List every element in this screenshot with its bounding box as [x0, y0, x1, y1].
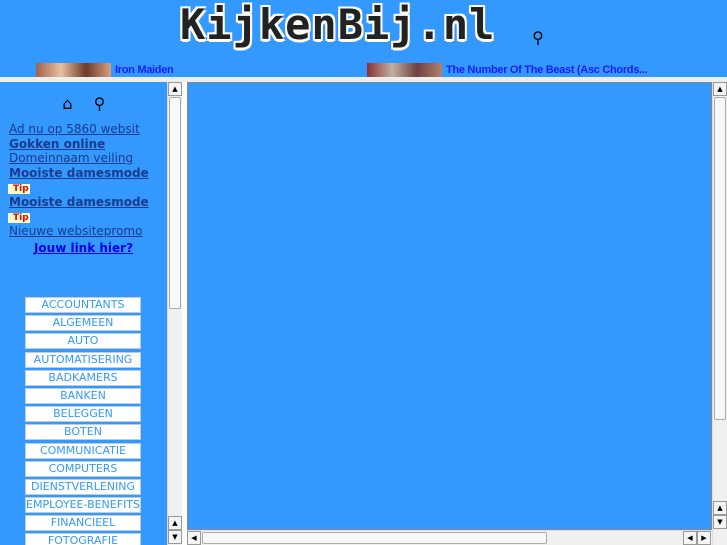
category-item[interactable]: BANKEN — [25, 387, 141, 404]
news-item[interactable]: Iron Maiden — [36, 63, 173, 77]
scroll-down-button[interactable]: ▼ — [713, 515, 727, 529]
sidebar-link[interactable]: Gokken online — [9, 137, 167, 152]
sponsored-links: Ad nu op 5860 websit Gokken online Domeinn… — [0, 116, 167, 238]
main-horizontal-scrollbar[interactable]: ◀ ◀ ▶ — [187, 530, 712, 545]
category-item[interactable]: AUTO — [25, 333, 141, 350]
scrollbar-thumb[interactable] — [202, 532, 547, 544]
category-item[interactable]: FOTOGRAFIE — [25, 533, 141, 545]
news-link[interactable]: The Number Of The Beast (Asc Chords... — [446, 64, 647, 76]
sidebar-scrollbar[interactable]: ▲ ▲ ▼ — [167, 82, 182, 545]
main-frame — [187, 82, 712, 530]
category-item[interactable]: ACCOUNTANTS — [25, 297, 141, 313]
sidebar-link[interactable]: Mooiste damesmode Tip — [5, 195, 167, 224]
search-icon[interactable]: ⚲ — [87, 90, 113, 116]
category-item[interactable]: FINANCIEEL — [25, 515, 141, 532]
tip-badge: Tip — [8, 184, 30, 194]
sidebar-link-label: Domeinnaam veiling — [9, 151, 134, 165]
category-item[interactable]: DIENSTVERLENING — [25, 478, 141, 495]
scroll-left-button[interactable]: ◀ — [187, 531, 201, 545]
sidebar-frame: ⌂ ⚲ Ad nu op 5860 websit Gokken online Dom… — [0, 82, 182, 545]
main-vertical-scrollbar[interactable]: ▲ ▲ ▼ — [712, 82, 727, 545]
category-item[interactable]: ALGEMEEN — [25, 315, 141, 332]
category-item[interactable]: AUTOMATISERING — [25, 351, 141, 368]
sidebar-link[interactable]: Ad nu op 5860 websit — [9, 122, 167, 137]
scroll-up-button[interactable]: ▲ — [168, 82, 182, 96]
home-icon[interactable]: ⌂ — [55, 90, 81, 116]
scroll-right-button[interactable]: ▶ — [697, 531, 711, 545]
scroll-up-button[interactable]: ▲ — [713, 82, 727, 96]
news-item[interactable]: The Number Of The Beast (Asc Chords... — [367, 63, 647, 77]
header: KijkenBij.nl ⚲ Iron Maiden The Number Of… — [0, 0, 727, 77]
category-item[interactable]: BADKAMERS — [25, 369, 141, 386]
scrollbar-thumb[interactable] — [714, 97, 726, 420]
scroll-up-button[interactable]: ▲ — [168, 516, 182, 530]
scroll-left-button[interactable]: ◀ — [683, 531, 697, 545]
search-icon[interactable]: ⚲ — [528, 28, 548, 54]
news-thumbnail[interactable] — [36, 63, 111, 77]
sidebar-link[interactable]: Nieuwe websitepromo — [9, 224, 167, 239]
category-item[interactable]: BELEGGEN — [25, 406, 141, 423]
sidebar-link-label: Nieuwe websitepromo — [9, 223, 143, 238]
site-logo[interactable]: KijkenBij.nl — [180, 0, 495, 49]
scrollbar-thumb[interactable] — [169, 97, 181, 309]
sidebar-link[interactable]: Mooiste damesmode Tip — [5, 166, 167, 195]
scroll-up-button[interactable]: ▲ — [713, 501, 727, 515]
category-item[interactable]: COMMUNICATIE — [25, 442, 141, 459]
category-item[interactable]: EMPLOYEE-BENEFITS — [25, 497, 141, 514]
tip-badge: Tip — [8, 213, 30, 223]
sidebar-link-label: Gokken online — [9, 136, 106, 151]
sidebar-link-label: Mooiste damesmode — [9, 165, 149, 180]
category-item[interactable]: BOTEN — [25, 424, 141, 441]
jouw-link-hier-link[interactable]: Jouw link hier? — [0, 241, 167, 255]
news-thumbnail[interactable] — [367, 63, 442, 77]
news-link[interactable]: Iron Maiden — [115, 64, 173, 76]
sidebar-link-label: Ad nu op 5860 websit — [9, 122, 140, 136]
sidebar-link[interactable]: Domeinnaam veiling — [9, 151, 167, 166]
sidebar-link-label: Mooiste damesmode — [9, 194, 149, 209]
category-item[interactable]: COMPUTERS — [25, 460, 141, 477]
category-list: ACCOUNTANTS ALGEMEEN AUTO AUTOMATISERING BAD… — [25, 297, 141, 545]
scroll-down-button[interactable]: ▼ — [168, 530, 182, 544]
